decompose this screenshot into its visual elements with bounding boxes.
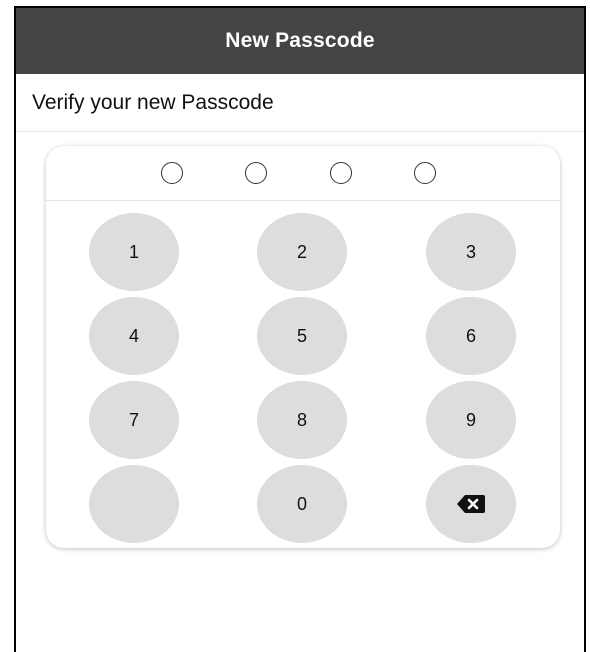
key-0[interactable]: 0 <box>257 465 347 543</box>
key-9[interactable]: 9 <box>426 381 516 459</box>
passcode-keypad: 1 2 3 4 5 6 7 8 9 0 <box>46 146 560 548</box>
key-7[interactable]: 7 <box>89 381 179 459</box>
app-window: New Passcode Verify your new Passcode 1 … <box>14 6 586 652</box>
page-title: New Passcode <box>225 29 375 52</box>
key-6[interactable]: 6 <box>426 297 516 375</box>
key-blank <box>89 465 179 543</box>
key-2[interactable]: 2 <box>257 213 347 291</box>
passcode-dot-3 <box>330 162 352 184</box>
key-8[interactable]: 8 <box>257 381 347 459</box>
backspace-button[interactable] <box>426 465 516 543</box>
passcode-dot-4 <box>414 162 436 184</box>
key-5[interactable]: 5 <box>257 297 347 375</box>
backspace-icon <box>457 495 485 513</box>
instruction-row: Verify your new Passcode <box>16 74 584 132</box>
instruction-text: Verify your new Passcode <box>32 90 274 114</box>
key-4[interactable]: 4 <box>89 297 179 375</box>
passcode-dot-1 <box>161 162 183 184</box>
passcode-indicator <box>46 146 560 201</box>
key-3[interactable]: 3 <box>426 213 516 291</box>
key-1[interactable]: 1 <box>89 213 179 291</box>
navigation-bar: New Passcode <box>16 8 584 74</box>
passcode-dot-2 <box>245 162 267 184</box>
